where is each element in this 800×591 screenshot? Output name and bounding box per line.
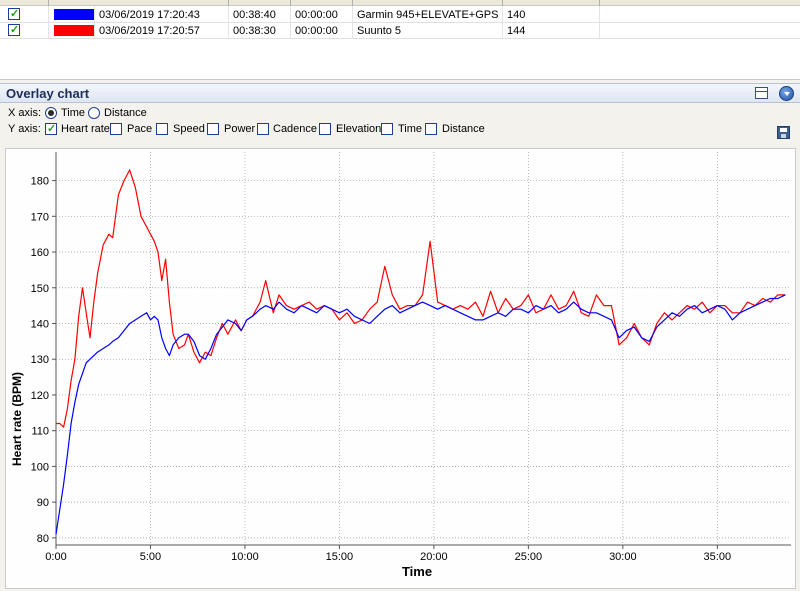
x-tick-label: 25:00	[515, 551, 543, 563]
y-tick-label: 90	[37, 497, 49, 509]
color-swatch[interactable]	[54, 25, 94, 36]
x-tick-label: 30:00	[609, 551, 637, 563]
y-tick-labels: 80 90 100 110 120 130 140 150 160 170 180	[31, 176, 49, 545]
y-time-checkbox[interactable]	[381, 123, 393, 135]
y-tick-label: 140	[31, 318, 49, 330]
overlay-chart: 80 90 100 110 120 130 140 150 160 170 180 0:00 5:00…	[5, 148, 796, 589]
offset-cell: 00:00:00	[295, 25, 338, 37]
x-axis-label: X axis:	[8, 107, 42, 119]
series-line	[56, 169, 786, 428]
heart-rate-chart[interactable]: 80 90 100 110 120 130 140 150 160 170 180 0:00 5:00…	[6, 149, 795, 588]
x-axis-time-radio[interactable]	[45, 107, 57, 119]
axis-options: X axis: Time Distance Y axis: Heart rate…	[0, 103, 800, 145]
overlay-chart-header: Overlay chart	[0, 83, 800, 103]
x-tick-label: 35:00	[704, 551, 732, 563]
y-cadence-checkbox[interactable]	[257, 123, 269, 135]
activity-name-cell: Suunto 5	[357, 25, 402, 37]
panel-title: Overlay chart	[6, 86, 90, 101]
row-checkbox[interactable]	[8, 7, 20, 20]
y-speed-checkbox[interactable]	[156, 123, 168, 135]
x-tick-label: 20:00	[420, 551, 448, 563]
y-cadence-label[interactable]: Cadence	[273, 123, 317, 135]
y-time-label[interactable]: Time	[398, 123, 422, 135]
y-speed-label[interactable]: Speed	[173, 123, 205, 135]
table-header	[0, 0, 800, 6]
chart-grid	[52, 152, 791, 549]
table-row[interactable]: 03/06/2019 17:20:57 00:38:30 00:00:00 Su…	[0, 23, 800, 39]
y-heart-rate-label[interactable]: Heart rate	[61, 123, 110, 135]
x-tick-label: 10:00	[231, 551, 259, 563]
y-elevation-label[interactable]: Elevation	[336, 123, 381, 135]
y-tick-label: 160	[31, 247, 49, 259]
y-tick-label: 100	[31, 461, 49, 473]
start-time-cell: 03/06/2019 17:20:43	[99, 9, 200, 21]
table-row[interactable]: 03/06/2019 17:20:43 00:38:40 00:00:00 Ga…	[0, 7, 800, 23]
save-icon[interactable]	[777, 126, 790, 139]
x-axis-distance-label[interactable]: Distance	[104, 107, 147, 119]
y-tick-label: 180	[31, 176, 49, 188]
x-tick-label: 15:00	[326, 551, 354, 563]
x-axis-distance-radio[interactable]	[88, 107, 100, 119]
start-time-cell: 03/06/2019 17:20:57	[99, 25, 200, 37]
y-distance-label[interactable]: Distance	[442, 123, 485, 135]
series-line	[55, 294, 786, 535]
y-tick-label: 130	[31, 354, 49, 366]
y-tick-label: 150	[31, 283, 49, 295]
duration-cell: 00:38:30	[233, 25, 276, 37]
y-axis-title: Heart rate (BPM)	[10, 372, 24, 466]
chart-series	[55, 169, 786, 535]
x-tick-label: 0:00	[45, 551, 66, 563]
y-power-label[interactable]: Power	[224, 123, 255, 135]
y-power-checkbox[interactable]	[207, 123, 219, 135]
x-axis-title: Time	[402, 564, 432, 579]
avg-hr-cell: 140	[507, 9, 526, 21]
activity-name-cell: Garmin 945+ELEVATE+GPS	[357, 9, 499, 21]
y-tick-label: 120	[31, 390, 49, 402]
x-tick-labels: 0:00 5:00 10:00 15:00 20:00 25:00 30:00 35:00	[45, 551, 731, 563]
y-axis-label: Y axis:	[8, 123, 41, 135]
y-tick-label: 80	[37, 533, 49, 545]
collapse-icon[interactable]	[779, 86, 794, 101]
color-swatch[interactable]	[54, 9, 94, 20]
y-tick-label: 110	[31, 426, 49, 438]
y-heart-rate-checkbox[interactable]	[45, 122, 57, 135]
y-pace-checkbox[interactable]	[110, 123, 122, 135]
activity-table: 03/06/2019 17:20:43 00:38:40 00:00:00 Ga…	[0, 0, 800, 80]
y-elevation-checkbox[interactable]	[319, 123, 331, 135]
x-axis-time-label[interactable]: Time	[61, 107, 85, 119]
row-checkbox[interactable]	[8, 23, 20, 36]
avg-hr-cell: 144	[507, 25, 526, 37]
offset-cell: 00:00:00	[295, 9, 338, 21]
x-tick-label: 5:00	[140, 551, 161, 563]
y-distance-checkbox[interactable]	[425, 123, 437, 135]
y-pace-label[interactable]: Pace	[127, 123, 152, 135]
y-tick-label: 170	[31, 211, 49, 223]
duration-cell: 00:38:40	[233, 9, 276, 21]
window-icon[interactable]	[755, 87, 768, 99]
